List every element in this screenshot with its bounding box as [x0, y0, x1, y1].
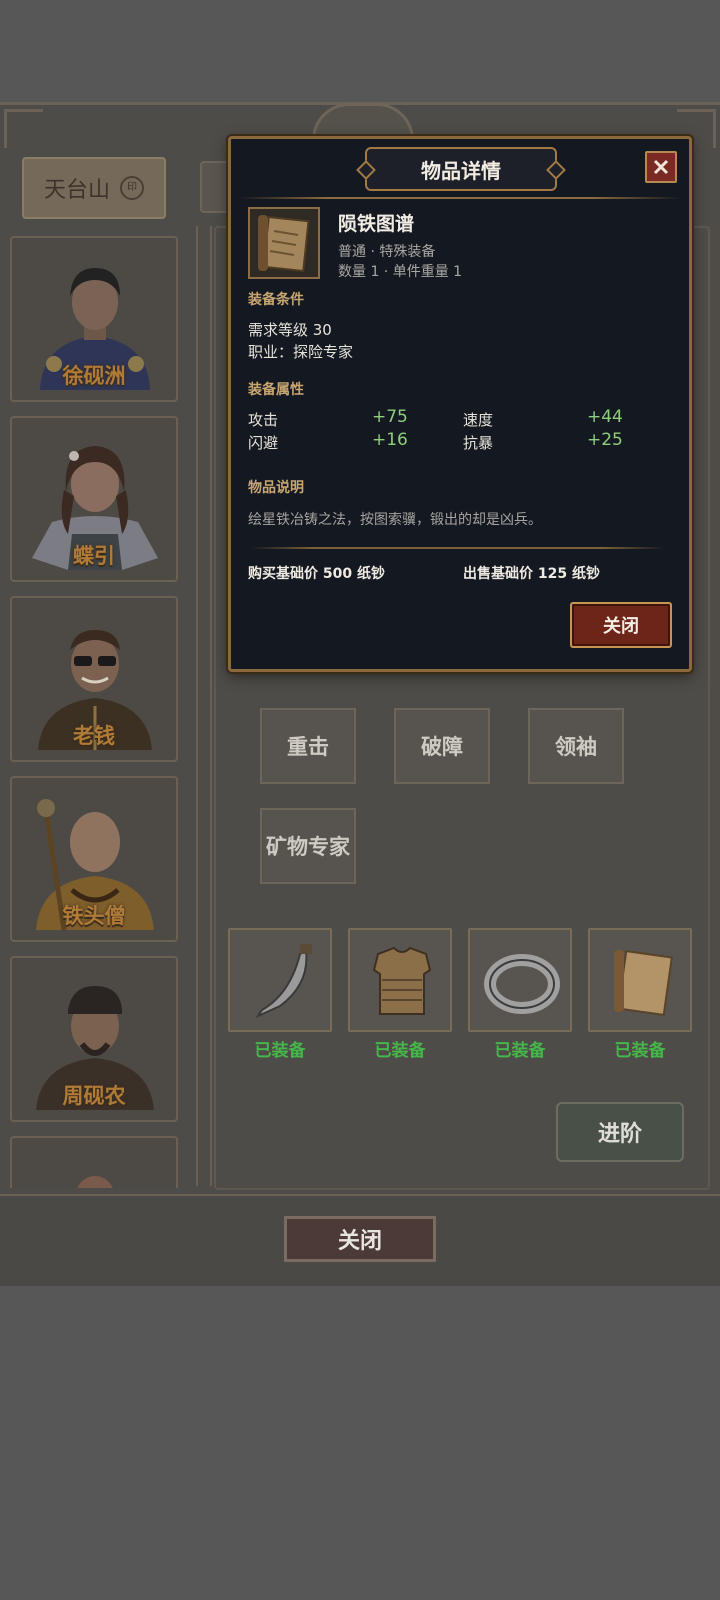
modal-close-x-button[interactable]: [645, 151, 677, 183]
stat-name: 攻击: [248, 411, 279, 429]
requirements-heading: 装备条件: [248, 292, 304, 308]
equipped-status: 已装备: [254, 1041, 306, 1061]
item-rarity-type: 普通 · 特殊装备: [338, 244, 436, 260]
stat-value: +75: [372, 407, 408, 427]
skill-button[interactable]: 领袖: [528, 708, 624, 784]
stat-value: +25: [587, 430, 623, 450]
character-name: 老钱: [73, 724, 115, 748]
item-description: 绘星铁冶铸之法，按图索骥，锻出的却是凶兵。: [248, 512, 542, 528]
stat-name: 速度: [463, 411, 494, 429]
equipped-status: 已装备: [374, 1041, 426, 1061]
equipped-status: 已装备: [614, 1041, 666, 1061]
stat-name: 抗暴: [463, 434, 494, 452]
equipped-status: 已装备: [494, 1041, 546, 1061]
close-panel-button[interactable]: 关闭: [284, 1216, 436, 1262]
item-detail-modal: 物品详情 陨铁图谱 普通 · 特殊装备 数量 1 · 单件重量 1 装备条件 需…: [228, 136, 692, 672]
skill-button[interactable]: 破障: [394, 708, 490, 784]
description-heading: 物品说明: [248, 480, 304, 496]
skill-button[interactable]: 矿物专家: [260, 808, 356, 884]
stat-name: 闪避: [248, 434, 279, 452]
buy-price: 购买基础价 500 纸钞: [248, 566, 385, 582]
equipment-slot-ring[interactable]: [468, 928, 572, 1032]
equipment-slot-armor[interactable]: [348, 928, 452, 1032]
item-quantity-weight: 数量 1 · 单件重量 1: [338, 264, 463, 280]
attributes-heading: 装备属性: [248, 382, 304, 398]
character-portrait-icon: [77, 1176, 113, 1188]
character-card[interactable]: 老钱: [10, 596, 178, 762]
equipment-slot-accessory[interactable]: [588, 928, 692, 1032]
skill-button[interactable]: 重击: [260, 708, 356, 784]
title-divider: [239, 197, 681, 199]
character-card[interactable]: 铁头僧: [10, 776, 178, 942]
character-card[interactable]: 蝶引: [10, 416, 178, 582]
requirement-class: 职业：探险专家: [248, 343, 354, 361]
item-icon-frame: [248, 207, 320, 279]
close-icon: [653, 159, 669, 175]
ring-icon: [484, 954, 560, 1014]
stat-value: +44: [587, 407, 623, 427]
armor-icon: [372, 946, 432, 1015]
advance-button[interactable]: 进阶: [556, 1102, 684, 1162]
modal-close-button[interactable]: 关闭: [570, 602, 672, 648]
equipment-slot-weapon[interactable]: [228, 928, 332, 1032]
requirement-level: 需求等级 30: [248, 321, 332, 339]
scroll-icon: [614, 949, 673, 1017]
list-divider: [196, 226, 212, 1186]
character-name: 周砚农: [62, 1084, 126, 1108]
character-list[interactable]: 徐砚洲 蝶引 老钱 铁头僧 周砚农: [10, 138, 180, 1188]
modal-title: 物品详情: [365, 147, 557, 191]
character-name: 徐砚洲: [62, 364, 126, 388]
item-name: 陨铁图谱: [338, 213, 415, 235]
price-divider: [251, 547, 665, 549]
character-name: 铁头僧: [62, 904, 126, 928]
sell-price: 出售基础价 125 纸钞: [463, 566, 600, 582]
character-card[interactable]: [10, 1136, 178, 1188]
scroll-icon: [258, 215, 310, 273]
panel-crest-ornament: [312, 103, 414, 140]
sword-icon: [255, 944, 312, 1019]
character-card[interactable]: 徐砚洲: [10, 236, 178, 402]
character-card[interactable]: 周砚农: [10, 956, 178, 1122]
character-name: 蝶引: [73, 544, 115, 568]
stat-value: +16: [372, 430, 408, 450]
